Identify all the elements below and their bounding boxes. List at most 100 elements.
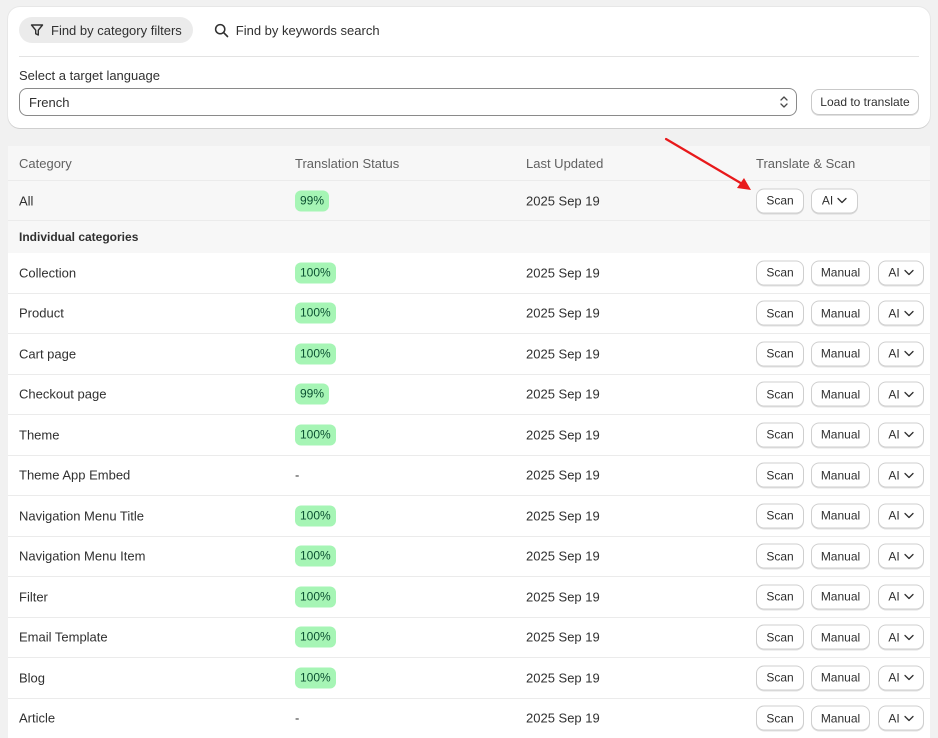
row-category: Theme xyxy=(19,427,60,443)
ai-dropdown-button[interactable]: AI xyxy=(878,260,924,286)
table-row: Checkout page 99% 2025 Sep 19 Scan Manua… xyxy=(8,374,930,415)
ai-dropdown-button[interactable]: AI xyxy=(878,503,924,529)
table-row: Blog 100% 2025 Sep 19 Scan Manual AI xyxy=(8,658,930,699)
row-date: 2025 Sep 19 xyxy=(526,386,600,402)
scan-button[interactable]: Scan xyxy=(756,584,804,610)
row-status: 100% xyxy=(295,424,336,446)
scan-button[interactable]: Scan xyxy=(756,624,804,650)
ai-dropdown-button[interactable]: AI xyxy=(878,341,924,367)
scan-button[interactable]: Scan xyxy=(756,341,804,367)
header-translate-scan: Translate & Scan xyxy=(756,156,856,171)
language-value: French xyxy=(29,94,70,110)
status-badge: 100% xyxy=(295,424,336,446)
row-category: Navigation Menu Item xyxy=(19,548,146,564)
manual-button[interactable]: Manual xyxy=(811,584,870,610)
scan-button[interactable]: Scan xyxy=(756,705,804,731)
row-date: 2025 Sep 19 xyxy=(526,467,600,483)
ai-dropdown-button[interactable]: AI xyxy=(878,584,924,610)
scan-button[interactable]: Scan xyxy=(756,300,804,326)
scan-button[interactable]: Scan xyxy=(756,381,804,407)
status-badge: 100% xyxy=(295,505,336,527)
scan-button[interactable]: Scan xyxy=(756,503,804,529)
status-badge: 100% xyxy=(295,262,336,284)
tab-category-label: Find by category filters xyxy=(51,22,182,38)
manual-button[interactable]: Manual xyxy=(811,381,870,407)
ai-dropdown-button[interactable]: AI xyxy=(878,705,924,731)
ai-label: AI xyxy=(888,468,900,483)
row-status: 100% xyxy=(295,343,336,365)
row-category: Article xyxy=(19,710,56,726)
table-row: Email Template 100% 2025 Sep 19 Scan Man… xyxy=(8,617,930,658)
section-label: Individual categories xyxy=(19,230,139,244)
chevron-down-icon xyxy=(904,351,914,357)
ai-label: AI xyxy=(888,306,900,321)
ai-dropdown-button[interactable]: AI xyxy=(811,188,858,213)
row-date: 2025 Sep 19 xyxy=(526,508,600,524)
row-date: 2025 Sep 19 xyxy=(526,305,600,321)
row-date: 2025 Sep 19 xyxy=(526,193,600,208)
table-row: Theme 100% 2025 Sep 19 Scan Manual AI xyxy=(8,415,930,456)
chevron-down-icon xyxy=(904,513,914,519)
chevron-down-icon xyxy=(904,270,914,276)
manual-button[interactable]: Manual xyxy=(811,422,870,448)
row-date: 2025 Sep 19 xyxy=(526,265,600,281)
ai-dropdown-button[interactable]: AI xyxy=(878,422,924,448)
manual-button[interactable]: Manual xyxy=(811,260,870,286)
ai-label: AI xyxy=(888,508,900,523)
ai-label: AI xyxy=(888,711,900,726)
manual-button[interactable]: Manual xyxy=(811,503,870,529)
filter-tabs: Find by category filters Find by keyword… xyxy=(19,17,391,43)
table-row: Theme App Embed - 2025 Sep 19 Scan Manua… xyxy=(8,455,930,496)
row-category: Theme App Embed xyxy=(19,467,131,483)
row-status: 99% xyxy=(295,383,330,405)
categories-table: Category Translation Status Last Updated… xyxy=(8,146,930,738)
manual-button[interactable]: Manual xyxy=(811,543,870,569)
ai-dropdown-button[interactable]: AI xyxy=(878,665,924,691)
scan-button[interactable]: Scan xyxy=(756,188,804,213)
status-badge: 100% xyxy=(295,343,336,365)
chevron-down-icon xyxy=(837,197,847,204)
select-updown-icon xyxy=(780,96,788,108)
status-badge: 100% xyxy=(295,586,336,608)
row-status: 100% xyxy=(295,667,336,689)
manual-button[interactable]: Manual xyxy=(811,462,870,488)
tab-category-filters[interactable]: Find by category filters xyxy=(19,17,193,43)
section-header: Individual categories xyxy=(8,221,930,253)
ai-dropdown-button[interactable]: AI xyxy=(878,462,924,488)
table-row: Filter 100% 2025 Sep 19 Scan Manual AI xyxy=(8,577,930,618)
ai-dropdown-button[interactable]: AI xyxy=(878,381,924,407)
ai-dropdown-button[interactable]: AI xyxy=(878,543,924,569)
chevron-down-icon xyxy=(904,472,914,478)
manual-button[interactable]: Manual xyxy=(811,624,870,650)
manual-button[interactable]: Manual xyxy=(811,300,870,326)
ai-dropdown-button[interactable]: AI xyxy=(878,624,924,650)
status-badge: 99% xyxy=(295,383,330,405)
chevron-down-icon xyxy=(904,310,914,316)
ai-label: AI xyxy=(888,630,900,645)
scan-button[interactable]: Scan xyxy=(756,665,804,691)
manual-button[interactable]: Manual xyxy=(811,341,870,367)
ai-dropdown-button[interactable]: AI xyxy=(878,300,924,326)
status-badge: 100% xyxy=(295,545,336,567)
row-category: Filter xyxy=(19,589,48,605)
header-last-updated: Last Updated xyxy=(526,156,604,171)
scan-button[interactable]: Scan xyxy=(756,422,804,448)
ai-label: AI xyxy=(821,193,834,208)
row-date: 2025 Sep 19 xyxy=(526,710,600,726)
scan-button[interactable]: Scan xyxy=(756,462,804,488)
tab-keywords-search[interactable]: Find by keywords search xyxy=(203,17,391,43)
load-to-translate-button[interactable]: Load to translate xyxy=(811,89,919,115)
row-status: - xyxy=(295,468,299,483)
manual-button[interactable]: Manual xyxy=(811,665,870,691)
table-row: Cart page 100% 2025 Sep 19 Scan Manual A… xyxy=(8,334,930,375)
manual-button[interactable]: Manual xyxy=(811,705,870,731)
row-status: 100% xyxy=(295,626,336,648)
language-select[interactable]: French xyxy=(19,88,797,116)
chevron-down-icon xyxy=(904,594,914,600)
divider xyxy=(19,56,919,57)
table-row: Collection 100% 2025 Sep 19 Scan Manual … xyxy=(8,253,930,294)
table-header: Category Translation Status Last Updated… xyxy=(8,146,930,181)
row-status: 100% xyxy=(295,302,336,324)
scan-button[interactable]: Scan xyxy=(756,543,804,569)
scan-button[interactable]: Scan xyxy=(756,260,804,286)
